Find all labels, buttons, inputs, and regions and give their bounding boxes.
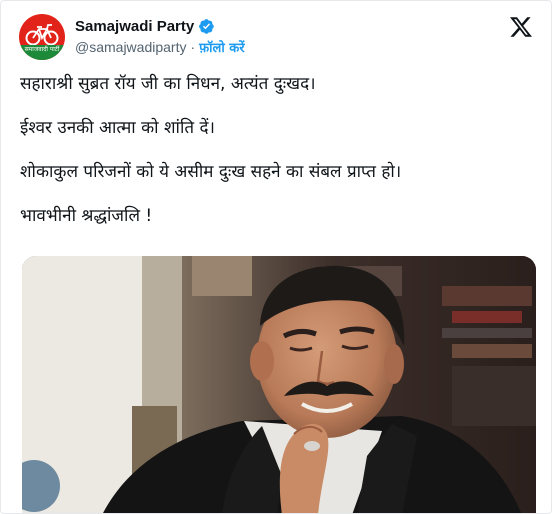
verified-badge-icon	[199, 19, 214, 34]
bicycle-icon	[25, 24, 59, 46]
display-name-row: Samajwadi Party	[75, 18, 245, 35]
tweet-card: समाजवादी पार्टी Samajwadi Party @samajwa…	[0, 0, 552, 514]
user-info: Samajwadi Party @samajwadiparty · फ़ॉलो …	[75, 18, 245, 56]
handle-row: @samajwadiparty · फ़ॉलो करें	[75, 38, 245, 56]
handle[interactable]: @samajwadiparty	[75, 39, 186, 55]
tweet-header: समाजवादी पार्टी Samajwadi Party @samajwa…	[19, 13, 533, 61]
tweet-photo[interactable]	[22, 256, 536, 513]
tweet-line: ईश्वर उनकी आत्मा को शांति दें।	[20, 118, 215, 138]
separator-dot: ·	[190, 39, 196, 55]
display-name[interactable]: Samajwadi Party	[75, 18, 194, 35]
tweet-line: भावभीनी श्रद्धांजलि !	[20, 206, 153, 226]
logo-text: समाजवादी पार्टी	[24, 46, 60, 53]
follow-button[interactable]: फ़ॉलो करें	[199, 38, 244, 56]
tweet-line: शोकाकुल परिजनों को ये असीम दुःख सहने का …	[20, 162, 402, 182]
tweet-text: सहाराश्री सुब्रत रॉय जी का निधन, अत्यंत …	[20, 73, 533, 249]
tweet-line: सहाराश्री सुब्रत रॉय जी का निधन, अत्यंत …	[20, 74, 316, 94]
x-logo-icon[interactable]	[509, 15, 533, 39]
portrait-photo	[22, 256, 536, 513]
avatar[interactable]: समाजवादी पार्टी	[19, 14, 65, 60]
